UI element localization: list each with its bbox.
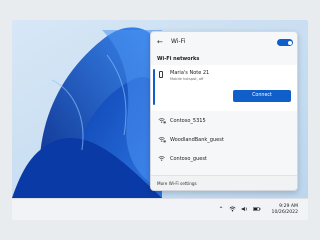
network-item[interactable]: Contoso_5315 [151,113,297,129]
clock-date: 10/26/2022 [271,210,298,215]
toggle-knob [287,40,292,45]
selection-indicator [153,69,155,105]
taskbar-clock[interactable]: 9:29 AM 10/26/2022 [272,204,298,216]
hotspot-name: Maria's Note 21 [170,70,210,76]
battery-icon[interactable] [252,206,261,214]
taskbar: ⌃ 9:29 AM 10/26/2022 [12,198,308,220]
connect-button[interactable]: Connect [233,90,291,102]
phone-icon [159,71,163,78]
section-heading: Wi-Fi networks [157,56,200,62]
chevron-up-icon[interactable]: ⌃ [218,207,223,213]
network-item[interactable]: WoodlandBank_guest [151,132,297,148]
hotspot-item[interactable]: Maria's Note 21 Mobile hotspot, off Conn… [151,65,297,111]
panel-footer: More Wi-Fi settings [151,175,297,190]
arrow-left-icon[interactable]: ← [157,37,163,47]
more-wifi-settings-link[interactable]: More Wi-Fi settings [157,181,197,186]
network-name: WoodlandBank_guest [170,137,224,143]
volume-icon[interactable] [241,206,248,214]
page-title: Wi-Fi [171,38,186,45]
network-item[interactable]: Contoso_guest [151,151,297,167]
wifi-toggle[interactable] [277,39,293,46]
network-name: Contoso_guest [170,156,207,162]
hotspot-status: Mobile hotspot, off [170,77,204,81]
wifi-icon [158,155,166,164]
system-tray: ⌃ 9:29 AM 10/26/2022 [218,203,298,217]
secured-wifi-icon [158,136,166,145]
wifi-panel: ← Wi-Fi Wi-Fi networks Maria's Note 21 M… [150,31,298,191]
secured-wifi-icon [158,117,166,126]
panel-header: ← Wi-Fi [151,32,297,52]
wifi-icon[interactable] [228,206,236,214]
network-name: Contoso_5315 [170,118,206,124]
